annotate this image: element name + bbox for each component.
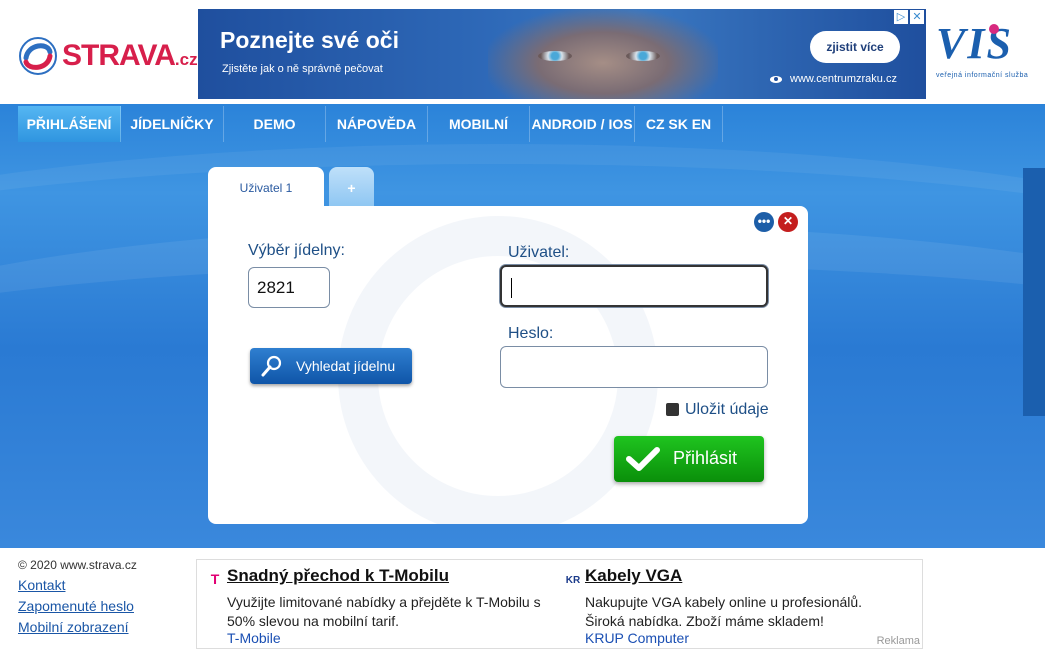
top-ad-subtitle: Zjistěte jak o ně správně pečovat [222,63,383,75]
top-ad-title: Poznejte své oči [220,27,399,53]
nav-item-mobilni[interactable]: MOBILNÍ [428,106,530,142]
eye-icon [770,75,782,83]
nav-item-prihlaseni[interactable]: PŘIHLÁŠENÍ [18,106,121,142]
canteen-label: Výběr jídelny: [248,242,345,259]
search-canteen-button[interactable]: Vyhledat jídelnu [250,348,412,384]
checkmark-icon [626,447,660,471]
header: STRAVA.cz Poznejte své oči Zjistěte jak … [0,0,1045,104]
footer-ad-text: Nakupujte VGA kabely online u profesioná… [585,594,863,629]
footer-ad-block: T Snadný přechod k T-Mobilu Využijte lim… [196,559,923,649]
login-button[interactable]: Přihlásit [614,436,764,482]
footer-ad-source[interactable]: T-Mobile [227,630,281,646]
strava-logo-text: STRAVA.cz [62,39,198,72]
nav-item-language[interactable]: CZ SK EN [635,106,723,142]
footer-ad-title[interactable]: Snadný přechod k T-Mobilu [227,566,449,586]
nav-item-jidelnicky[interactable]: JÍDELNÍČKY [121,106,224,142]
tab-user-1[interactable]: Uživatel 1 [208,167,324,207]
vis-logo-dot [989,24,999,34]
close-icon[interactable]: ✕ [778,212,798,232]
login-panel: ••• ✕ Výběr jídelny: 2821 Vyhledat jídel… [208,206,808,524]
text-caret [511,278,512,298]
main-nav: PŘIHLÁŠENÍ JÍDELNÍČKY DEMO NÁPOVĚDA MOBI… [0,104,1045,142]
vis-logo-subtitle: veřejná informační služba [936,72,1029,79]
footer-ad-title[interactable]: Kabely VGA [585,566,682,586]
strava-logo[interactable]: STRAVA.cz [18,34,198,78]
ad-close-icon[interactable]: ✕ [910,10,924,24]
search-icon [261,355,282,377]
footer-ad-source[interactable]: KRUP Computer [585,630,689,646]
login-button-label: Přihlásit [673,448,738,468]
side-strip [1023,168,1045,416]
remember-checkbox[interactable] [666,403,679,416]
top-ad-url: www.centrumzraku.cz [770,73,897,85]
password-input[interactable] [500,346,768,388]
canteen-input[interactable]: 2821 [248,267,330,308]
nav-item-android-ios[interactable]: ANDROID / IOS [530,106,635,142]
password-label: Heslo: [508,325,554,342]
tab-add-user[interactable]: + [329,167,374,207]
username-input[interactable] [500,265,768,307]
vis-logo-text: VIS [936,19,1013,68]
nav-item-napoveda[interactable]: NÁPOVĚDA [326,106,428,142]
copyright-text: © 2020 www.strava.cz [18,558,137,572]
krup-logo-icon: KR [565,575,581,586]
remember-label[interactable]: Uložit údaje [685,401,769,419]
nav-item-demo[interactable]: DEMO [224,106,326,142]
top-ad-banner[interactable]: Poznejte své oči Zjistěte jak o ně správ… [198,9,926,99]
strava-logo-icon [19,37,57,75]
username-label: Uživatel: [508,244,570,261]
mobile-view-link[interactable]: Mobilní zobrazení [18,619,137,635]
search-canteen-label: Vyhledat jídelnu [296,358,396,374]
ad-eyes-image [538,51,678,65]
vis-logo[interactable]: VIS veřejná informační služba [936,22,1036,86]
top-ad-cta-button[interactable]: zjistit více [810,31,900,63]
more-options-icon[interactable]: ••• [754,212,774,232]
contact-link[interactable]: Kontakt [18,577,137,593]
forgot-password-link[interactable]: Zapomenuté heslo [18,598,137,614]
tmobile-logo-icon: T [210,571,220,587]
ads-label: Reklama [876,635,920,647]
adchoices-icon[interactable]: ▷ [894,10,908,24]
footer-ad-text: Využijte limitované nabídky a přejděte k… [227,594,541,629]
ad-choices[interactable]: ▷ ✕ [894,10,924,24]
footer-links: © 2020 www.strava.cz Kontakt Zapomenuté … [18,558,137,635]
